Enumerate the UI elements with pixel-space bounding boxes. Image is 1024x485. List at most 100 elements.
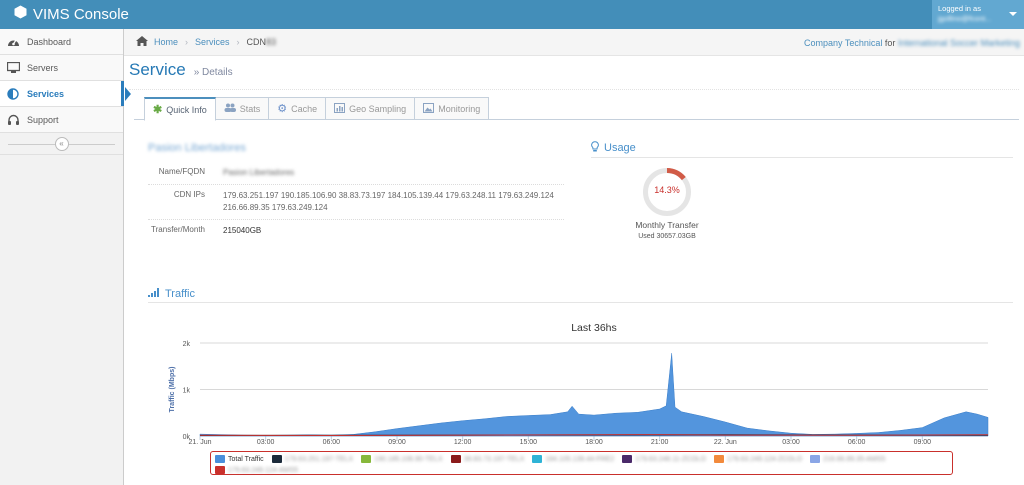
tab-stats[interactable]: Stats [215, 97, 270, 120]
group-icon [224, 103, 236, 114]
x-tick-label: 03:00 [257, 439, 275, 446]
info-row-cdn-ips: CDN IPs 179.63.251.197 190.185.106.90 38… [148, 184, 564, 219]
sidebar-item-label: Services [27, 88, 65, 99]
legend-item[interactable]: 38.83.73.197-TELX [450, 454, 525, 464]
gauge-fill [666, 168, 686, 181]
tab-label: Cache [291, 103, 318, 114]
series-area-total-traffic [199, 353, 989, 437]
info-row-fqdn: Name/FQDN Pasion Libertadores [148, 162, 564, 184]
client-link[interactable]: International Soccer Marketing [898, 38, 1020, 48]
sidebar-collapse: « [0, 133, 123, 155]
service-info-table: Name/FQDN Pasion Libertadores CDN IPs 17… [148, 162, 564, 242]
signal-bars-icon [148, 287, 160, 300]
info-value: Pasion Libertadores [223, 168, 295, 177]
caret-down-icon [1009, 12, 1017, 16]
company-info: Company Technical for International Socc… [804, 38, 1020, 48]
usage-used: Used 30657.03GB [638, 233, 696, 240]
legend-item[interactable]: 179.63.251.197-TELX [271, 454, 354, 464]
usage-heading: Usage [591, 139, 1013, 158]
chart-title: Last 36hs [571, 322, 617, 334]
sidebar-item-servers[interactable]: Servers [0, 55, 123, 81]
user-menu[interactable]: Logged in as jgollino@fcont... [932, 0, 1024, 29]
tab-monitoring[interactable]: Monitoring [415, 97, 490, 120]
info-label: Name/FQDN [158, 167, 205, 176]
app-title: VIMS Console [33, 5, 129, 23]
page-title: Service [129, 60, 186, 79]
tachometer-icon [6, 35, 20, 49]
legend-item[interactable]: 184.105.139.44-FRE2 [532, 454, 614, 464]
x-tick-label: 06:00 [323, 439, 341, 446]
legend-label: 184.105.139.44-FRE2 [545, 455, 615, 463]
tab-bar: ✱ Quick Info Stats ⚙ Cache Geo Sampling … [144, 97, 490, 121]
legend-swatch [622, 455, 633, 463]
x-tick-label: 06:00 [848, 439, 866, 446]
info-row-transfer: Transfer/Month 215040GB [148, 219, 564, 242]
chevron-right-icon: › [236, 37, 240, 47]
x-tick-label: 09:00 [388, 439, 406, 446]
headset-icon [6, 113, 20, 127]
legend-label: 38.83.73.197-TELX [463, 455, 525, 463]
company-link[interactable]: Company Technical [804, 38, 882, 48]
tab-label: Quick Info [166, 104, 207, 115]
for-label: for [884, 38, 896, 48]
sidebar-item-support[interactable]: Support [0, 107, 123, 133]
sidebar-item-services[interactable]: Services [0, 81, 131, 107]
info-value: 179.63.251.197 190.185.106.90 38.83.73.1… [223, 191, 554, 212]
legend-label: Total Traffic [228, 455, 264, 463]
x-tick-label: 03:00 [782, 439, 800, 446]
y-axis-label: Traffic (Mbps) [169, 367, 176, 413]
breadcrumb-services-link[interactable]: Services [195, 37, 230, 47]
tab-label: Geo Sampling [349, 103, 407, 114]
traffic-title: Traffic [165, 287, 195, 300]
legend-swatch [361, 455, 372, 463]
sidebar-item-label: Support [27, 114, 59, 125]
page-header: Service » Details [129, 56, 1019, 90]
legend-label: 179.63.251.197-TELX [284, 455, 354, 463]
chart-legend: Total Traffic 179.63.251.197-TELX 190.185.… [210, 451, 953, 475]
tab-label: Monitoring [438, 103, 481, 114]
breadcrumb-home-link[interactable]: Home [154, 37, 178, 47]
legend-item[interactable]: 216.66.89.35-AMS5 [810, 454, 885, 464]
x-tick-label: 15:00 [520, 439, 538, 446]
usage-label: Monthly Transfer [635, 220, 699, 230]
bar-chart-icon [334, 102, 346, 115]
brand[interactable]: VIMS Console [14, 5, 129, 23]
chevron-right-icon: › [185, 37, 189, 47]
tab-label: Stats [239, 103, 261, 114]
legend-label: 179.63.249.124-AMS5 [228, 466, 299, 474]
legend-label: 216.66.89.35-AMS5 [823, 455, 886, 463]
x-tick-label: 12:00 [454, 439, 472, 446]
sidebar-item-label: Servers [27, 62, 59, 73]
legend-swatch [215, 455, 225, 463]
sidebar-item-label: Dashboard [27, 36, 72, 47]
tab-geo-sampling[interactable]: Geo Sampling [326, 97, 416, 120]
adjust-icon [6, 87, 20, 101]
service-name-heading: Pasion Libertadores [148, 142, 246, 154]
x-tick-label: 09:00 [914, 439, 932, 446]
x-tick-label: 21. Jun [189, 439, 212, 446]
legend-item[interactable]: Total Traffic [215, 454, 264, 464]
desktop-icon [6, 61, 20, 75]
legend-item[interactable]: 179.63.248.11-ZCOLO [622, 454, 706, 464]
breadcrumb-current: CDN83 [247, 37, 277, 47]
hexagon-logo-icon [14, 5, 27, 23]
tab-cache[interactable]: ⚙ Cache [269, 97, 327, 120]
legend-label: 179.63.248.11-ZCOLO [635, 455, 706, 463]
tab-quick-info[interactable]: ✱ Quick Info [144, 97, 216, 121]
sidebar-item-dashboard[interactable]: Dashboard [0, 29, 123, 55]
breadcrumb: Home › Services › CDN83 Company Technica… [124, 29, 1024, 56]
info-label: CDN IPs [173, 190, 205, 199]
info-value: 215040GB [223, 226, 262, 235]
x-tick-label: 21:00 [651, 439, 669, 446]
user-name: jgollino@fcont... [938, 14, 992, 23]
home-icon [136, 36, 148, 48]
legend-item[interactable]: 179.63.249.124-AMS5 [215, 465, 298, 475]
asterisk-icon: ✱ [153, 104, 163, 116]
legend-item[interactable]: 190.185.106.90-TELX [361, 454, 443, 464]
top-navbar: VIMS Console Logged in as jgollino@fcont… [0, 0, 1024, 29]
sidebar: Dashboard Servers Services Support « [0, 29, 131, 485]
legend-swatch [532, 455, 543, 463]
y-tick-label: 1k [183, 388, 191, 395]
collapse-sidebar-button[interactable]: « [54, 136, 69, 151]
legend-item[interactable]: 179.63.249.124-ZCOLO [713, 454, 802, 464]
